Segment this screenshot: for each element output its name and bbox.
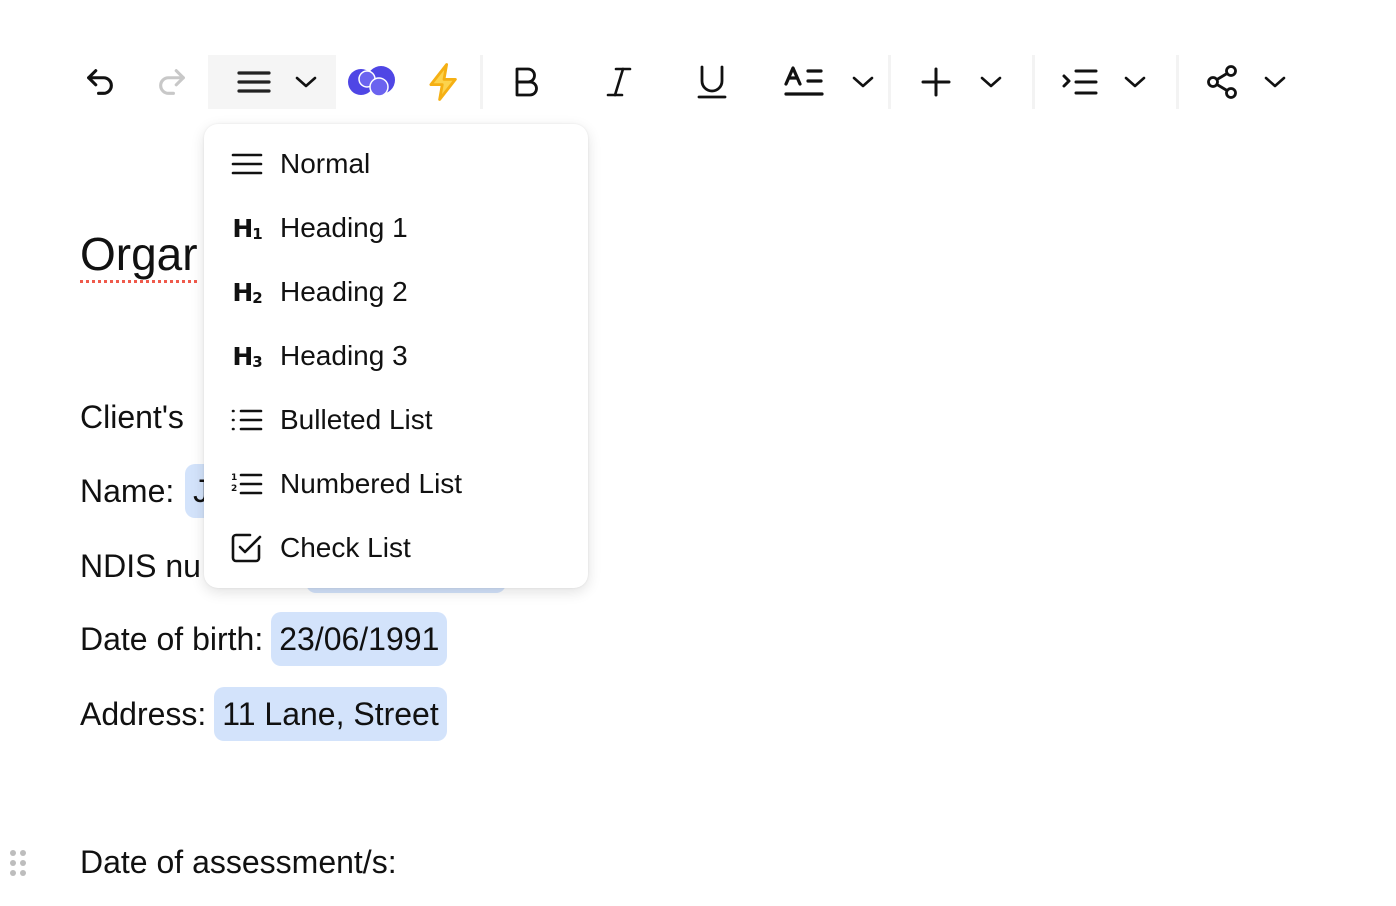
date-of-assessment-line[interactable]: Date of assessment/s: bbox=[80, 835, 397, 889]
heading-3-icon: H3 bbox=[230, 339, 264, 373]
svg-text:2: 2 bbox=[231, 484, 237, 494]
menu-item-bulleted-list[interactable]: Bulleted List bbox=[204, 392, 588, 448]
line-label: Name: bbox=[80, 473, 184, 509]
line-label: Address: bbox=[80, 696, 207, 732]
bulleted-list-icon bbox=[230, 403, 264, 437]
menu-item-heading-3[interactable]: H3 Heading 3 bbox=[204, 328, 588, 384]
numbered-list-icon: 1 2 bbox=[230, 467, 264, 501]
line-label: Date of birth: bbox=[80, 621, 264, 657]
date-of-birth-field-chip[interactable]: 23/06/1991 bbox=[271, 612, 448, 666]
heading-level: 1 bbox=[252, 224, 262, 243]
heading-level: 2 bbox=[252, 288, 262, 307]
date-of-birth-line[interactable]: Date of birth: 23/06/1991 bbox=[80, 612, 448, 666]
block-type-menu: Normal H1 Heading 1 H2 Heading 2 H3 Head… bbox=[204, 124, 588, 588]
menu-item-label: Heading 2 bbox=[280, 276, 408, 307]
client-details-line[interactable]: Client's bbox=[80, 390, 184, 444]
line-label: Client's bbox=[80, 399, 184, 435]
drag-handle-icon bbox=[10, 850, 26, 876]
heading-glyph: H bbox=[232, 341, 253, 371]
menu-item-normal[interactable]: Normal bbox=[204, 136, 588, 192]
address-field-chip[interactable]: 11 Lane, Street bbox=[214, 687, 447, 741]
menu-item-label: Normal bbox=[280, 148, 371, 179]
menu-item-label: Bulleted List bbox=[280, 404, 433, 435]
menu-item-heading-2[interactable]: H2 Heading 2 bbox=[204, 264, 588, 320]
document-title[interactable]: Orgar bbox=[80, 224, 198, 284]
ndis-number-line[interactable]: NDIS nu bbox=[80, 539, 506, 593]
menu-item-label: Check List bbox=[280, 532, 411, 563]
menu-item-label: Heading 1 bbox=[280, 212, 408, 243]
heading-1-icon: H1 bbox=[230, 211, 264, 245]
check-list-icon bbox=[230, 531, 264, 565]
menu-item-numbered-list[interactable]: 1 2 Numbered List bbox=[204, 456, 588, 512]
heading-glyph: H bbox=[232, 213, 253, 243]
heading-2-icon: H2 bbox=[230, 275, 264, 309]
address-line[interactable]: Address: 11 Lane, Street bbox=[80, 687, 447, 741]
heading-glyph: H bbox=[232, 277, 253, 307]
heading-level: 3 bbox=[252, 352, 262, 371]
menu-item-check-list[interactable]: Check List bbox=[204, 520, 588, 576]
menu-item-heading-1[interactable]: H1 Heading 1 bbox=[204, 200, 588, 256]
block-drag-handle[interactable] bbox=[8, 848, 28, 878]
svg-text:1: 1 bbox=[231, 473, 237, 483]
line-label: NDIS nu bbox=[80, 548, 201, 584]
menu-item-label: Numbered List bbox=[280, 468, 463, 499]
paragraph-icon bbox=[230, 147, 264, 181]
name-line[interactable]: Name: J bbox=[80, 464, 218, 518]
menu-item-label: Heading 3 bbox=[280, 340, 408, 371]
line-label: Date of assessment/s: bbox=[80, 844, 397, 880]
